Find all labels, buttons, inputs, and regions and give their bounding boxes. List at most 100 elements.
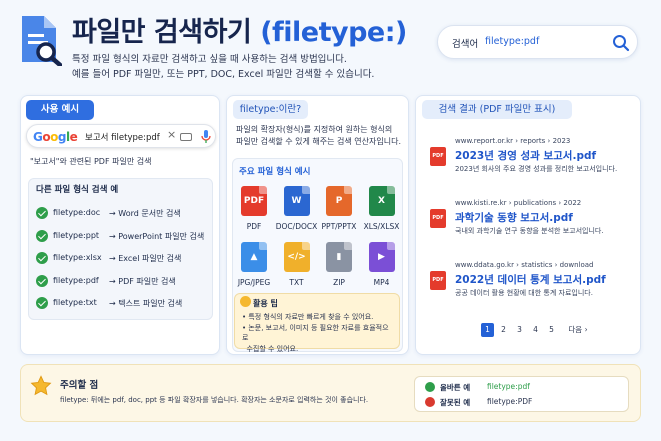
google-logo-letter: g	[57, 130, 67, 144]
file-type-label: JPG/JPEG	[237, 278, 271, 287]
page-title: 파일만 검색하기 (filetype:)	[72, 17, 407, 48]
pdf-file-icon: PDF	[430, 147, 446, 166]
file-type-label: DOC/DOCX	[275, 222, 318, 231]
google-search-box[interactable]: Google 보고서 filetype:pdf ×	[26, 124, 216, 148]
result-title[interactable]: 2022년 데이터 통계 보고서.pdf	[455, 272, 606, 287]
description-line: 특정 파일 형식의 자료만 검색하고 싶을 때 사용하는 검색 방법입니다.	[72, 54, 347, 65]
file-type-item: W DOC/DOCX	[275, 186, 319, 231]
search-note: "보고서"와 관련된 PDF 파일만 검색	[30, 157, 152, 166]
example-key: filetype:ppt	[53, 230, 100, 240]
example-value: → 텍스트 파일만 검색	[109, 299, 183, 308]
file-type-label: PPT/PPTX	[321, 222, 357, 231]
check-icon	[425, 382, 435, 392]
file-type-label: ZIP	[333, 278, 345, 287]
result-description: 국내외 과학기술 연구 동향을 분석한 보고서입니다.	[455, 227, 604, 235]
check-icon	[36, 252, 48, 264]
wrong-label: 잘못된 예	[440, 398, 471, 407]
file-type-item: PDF PDF	[232, 186, 276, 231]
example-key: filetype:doc	[53, 208, 101, 217]
file-type-item: ▮ ZIP	[317, 242, 361, 287]
correct-label: 올바른 예	[440, 383, 471, 392]
word-file-icon: W	[283, 186, 310, 216]
tip-item: • 논문, 보고서, 이미지 등 필요한 자료를 효율적으로	[242, 323, 389, 343]
google-logo-letter: G	[33, 130, 43, 144]
file-type-label: TXT	[289, 278, 304, 287]
pdf-file-icon: PDF	[430, 209, 446, 228]
example-value: → PDF 파일만 검색	[109, 276, 176, 286]
search-label: 검색어	[452, 39, 479, 50]
search-result[interactable]: PDF www.ddata.go.kr › statistics › downlo…	[430, 261, 632, 301]
result-description: 2023년 회사의 주요 경영 성과를 정리한 보고서입니다.	[455, 165, 618, 173]
text-file-icon: </>	[283, 242, 310, 272]
result-title[interactable]: 2023년 경영 성과 보고서.pdf	[455, 148, 596, 163]
example-key: filetype:xlsx	[53, 253, 102, 262]
search-result[interactable]: PDF www.kisti.re.kr › publications › 2022…	[430, 199, 632, 239]
page-link[interactable]: 4	[529, 323, 542, 337]
description-line: 예를 들어 PDF 파일만, 또는 PPT, DOC, Excel 파일만 검색…	[72, 69, 375, 80]
examples-heading: 다른 파일 형식 검색 예	[36, 185, 119, 195]
wrong-value: filetype:PDF	[487, 397, 533, 406]
result-url[interactable]: www.kisti.re.kr › publications › 2022	[455, 199, 581, 207]
page-link[interactable]: 1	[481, 323, 494, 337]
top-search-bar[interactable]: 검색어 filetype:pdf	[437, 25, 638, 59]
correct-value: filetype:pdf	[487, 382, 530, 391]
file-type-label: XLS/XLSX	[363, 222, 400, 231]
microphone-icon[interactable]	[200, 130, 212, 144]
file-type-label: PDF	[246, 222, 262, 231]
result-url[interactable]: www.report.or.kr › reports › 2023	[455, 137, 570, 145]
file-type-item: P PPT/PPTX	[317, 186, 361, 231]
usage-heading: 사용 예시	[26, 100, 94, 120]
example-value: → Excel 파일만 검색	[109, 254, 182, 263]
caution-heading: 주의할 점	[60, 380, 99, 391]
zip-file-icon: ▮	[326, 242, 352, 272]
tip-item: 수집할 수 있어요.	[242, 344, 299, 353]
search-icon[interactable]	[612, 34, 630, 52]
check-icon	[36, 297, 48, 309]
check-icon	[36, 207, 48, 219]
tip-list: • 특정 형식의 자료만 빠르게 찾을 수 있어요. • 논문, 보고서, 이미…	[242, 312, 392, 354]
page-description: 특정 파일 형식의 자료만 검색하고 싶을 때 사용하는 검색 방법입니다. 예…	[72, 52, 374, 82]
pdf-file-icon: PDF	[430, 271, 446, 290]
example-key: filetype:txt	[53, 298, 97, 307]
example-value: → Word 문서만 검색	[109, 209, 181, 218]
search-query[interactable]: filetype:pdf	[485, 36, 539, 47]
file-type-item: ▲ JPG/JPEG	[232, 242, 276, 287]
result-title[interactable]: 과학기술 동향 보고서.pdf	[455, 210, 573, 225]
results-heading: 검색 결과 (PDF 파일만 표시)	[422, 100, 572, 119]
about-heading: filetype:이란?	[233, 100, 308, 119]
google-logo-letter: o	[42, 130, 51, 144]
about-line: 파일의 확장자(형식)를 지정하여 원하는 형식의	[236, 125, 393, 134]
example-value: → PowerPoint 파일만 검색	[109, 231, 205, 241]
about-line: 파일만 검색할 수 있게 해주는 검색 연산자입니다.	[236, 137, 401, 146]
page-link[interactable]: 5	[545, 323, 558, 337]
file-types-heading: 주요 파일 형식 예시	[239, 167, 311, 177]
example-key: filetype:pdf	[53, 275, 99, 285]
next-page-link[interactable]: 다음 ›	[563, 323, 593, 337]
example-comparison: 올바른 예 filetype:pdf 잘못된 예 filetype:PDF	[414, 376, 629, 412]
document-search-icon	[22, 16, 62, 66]
file-type-item: ▶ MP4	[360, 242, 404, 287]
check-icon	[36, 274, 48, 287]
powerpoint-file-icon: P	[326, 186, 352, 216]
google-logo-letter: o	[50, 130, 58, 144]
google-query[interactable]: 보고서 filetype:pdf	[85, 131, 160, 143]
check-icon	[36, 229, 48, 242]
file-type-item: </> TXT	[275, 242, 319, 287]
star-icon	[30, 375, 52, 396]
cross-icon	[425, 397, 435, 407]
video-file-icon: ▶	[368, 242, 395, 272]
clear-icon[interactable]: ×	[167, 128, 176, 141]
file-type-label: MP4	[373, 278, 390, 287]
page-link[interactable]: 3	[513, 323, 526, 337]
caution-text: filetype: 뒤에는 pdf, doc, ppt 등 파일 확장자를 넣습…	[60, 396, 369, 404]
lightbulb-icon	[240, 296, 251, 307]
page-link[interactable]: 2	[497, 323, 510, 337]
keyboard-icon[interactable]	[180, 133, 192, 141]
tip-item: • 특정 형식의 자료만 빠르게 찾을 수 있어요.	[242, 313, 374, 321]
pdf-file-icon: PDF	[241, 186, 267, 216]
image-file-icon: ▲	[241, 242, 267, 272]
about-description: 파일의 확장자(형식)를 지정하여 원하는 형식의 파일만 검색할 수 있게 해…	[236, 124, 406, 148]
google-logo-letter: e	[69, 130, 78, 144]
result-url[interactable]: www.ddata.go.kr › statistics › download	[455, 261, 594, 269]
search-result[interactable]: PDF www.report.or.kr › reports › 2023 2023…	[430, 137, 632, 177]
